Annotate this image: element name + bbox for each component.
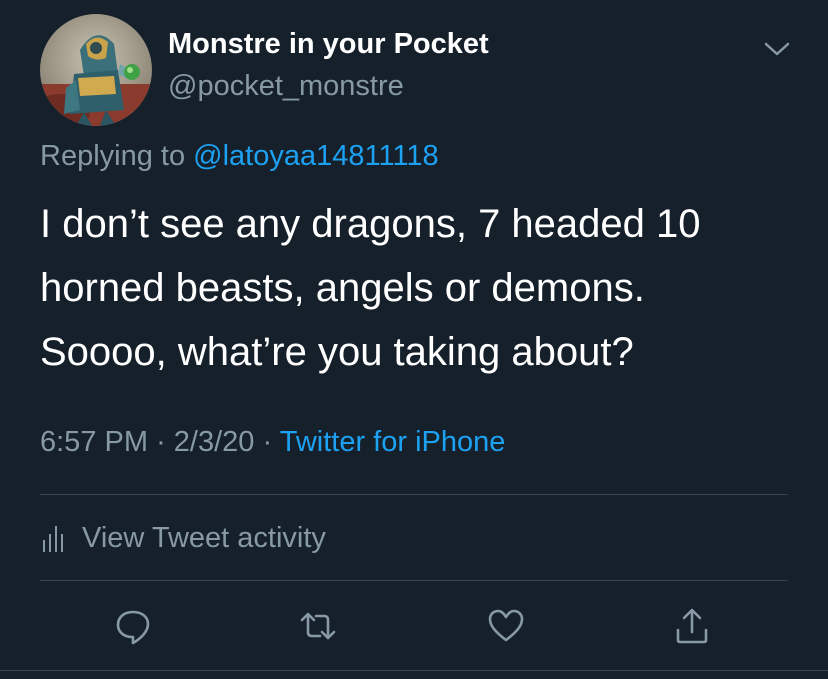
armored-figure-avatar-icon xyxy=(40,14,152,126)
speech-bubble-icon xyxy=(116,610,150,645)
like-button[interactable] xyxy=(486,606,526,646)
tweet-source-link[interactable]: Twitter for iPhone xyxy=(280,426,506,458)
view-tweet-activity-button[interactable]: View Tweet activity xyxy=(40,520,326,556)
tweet-text: I don’t see any dragons, 7 headed 10 hor… xyxy=(40,192,780,384)
replying-to-line: Replying to @latoyaa14811118 xyxy=(40,140,439,173)
bar-chart-icon xyxy=(43,526,63,552)
retweet-icon xyxy=(300,612,336,640)
tweet-meta: 6:57 PM · 2/3/20 · Twitter for iPhone xyxy=(40,426,505,459)
reply-button[interactable] xyxy=(113,606,153,646)
tweet-text-line: Soooo, what’re you taking about? xyxy=(40,330,634,374)
view-tweet-activity-label: View Tweet activity xyxy=(82,521,326,554)
divider xyxy=(40,494,788,495)
author-display-name[interactable]: Monstre in your Pocket xyxy=(168,28,489,61)
tweet-text-line: horned beasts, angels or demons. xyxy=(40,266,645,310)
replying-to-label: Replying to xyxy=(40,140,194,172)
heart-icon xyxy=(488,609,524,642)
retweet-button[interactable] xyxy=(298,606,338,646)
reply-mention-link[interactable]: @latoyaa14811118 xyxy=(193,140,439,172)
meta-separator: · xyxy=(156,426,166,458)
author-handle[interactable]: @pocket_monstre xyxy=(168,70,404,103)
tweet-text-line: I don’t see any dragons, 7 headed 10 xyxy=(40,202,701,246)
share-button[interactable] xyxy=(672,606,712,646)
divider xyxy=(40,580,788,581)
tweet-date[interactable]: 2/3/20 xyxy=(174,426,255,458)
share-upload-icon xyxy=(676,608,708,644)
tweet-time[interactable]: 6:57 PM xyxy=(40,426,148,458)
meta-separator: · xyxy=(262,426,273,458)
avatar[interactable] xyxy=(40,14,152,126)
chevron-down-icon[interactable] xyxy=(760,34,794,62)
